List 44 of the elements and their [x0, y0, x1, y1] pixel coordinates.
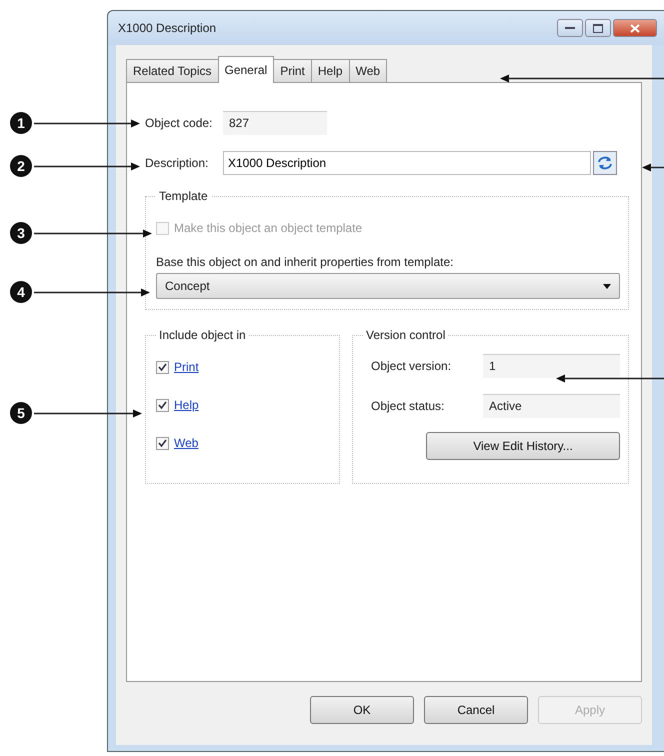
template-dropdown[interactable]: Concept — [156, 273, 620, 299]
object-status-field[interactable]: Active — [483, 394, 620, 418]
field-label: Object status: — [370, 399, 446, 413]
maximize-icon — [593, 24, 603, 32]
callout-number: 3 — [10, 222, 32, 244]
pointer-arrow — [642, 163, 664, 172]
object-code-field[interactable]: 827 — [223, 111, 327, 135]
callout-number: 1 — [10, 112, 32, 134]
maximize-button[interactable] — [585, 19, 611, 37]
callout-number: 2 — [10, 155, 32, 177]
tab[interactable]: Related Topics — [126, 59, 218, 82]
minimize-button[interactable] — [557, 19, 583, 37]
group-title: Version control — [365, 328, 446, 342]
dropdown-caret-icon — [603, 284, 611, 288]
minimize-icon — [565, 26, 575, 30]
close-button[interactable] — [613, 19, 657, 37]
tab[interactable]: Print — [273, 59, 312, 82]
refresh-icon — [597, 156, 613, 170]
field-label: Base this object on and inherit properties from template: — [156, 255, 454, 269]
checkbox-label: Make this object an object template — [174, 221, 362, 235]
close-icon — [630, 24, 640, 32]
tab[interactable]: General — [218, 56, 274, 83]
field-label: Description: — [145, 156, 210, 170]
link[interactable]: Print — [174, 360, 199, 374]
tab[interactable]: Web — [348, 59, 388, 82]
description-field[interactable]: X1000 Description — [223, 151, 591, 175]
tab[interactable]: Help — [310, 59, 350, 82]
object-version-field[interactable]: 1 — [483, 354, 620, 378]
dialog-button[interactable]: OK — [310, 696, 414, 724]
callout-number: 4 — [10, 281, 32, 303]
view-edit-history-button[interactable]: View Edit History... — [426, 432, 620, 460]
link[interactable]: Help — [174, 398, 199, 412]
checkbox[interactable] — [156, 436, 169, 450]
checkbox[interactable] — [156, 360, 169, 374]
link[interactable]: Web — [174, 436, 198, 450]
group-title: Include object in — [158, 328, 247, 342]
refresh-button[interactable] — [593, 151, 617, 175]
window-title: X1000 Description — [118, 21, 218, 35]
checkbox[interactable] — [156, 398, 169, 412]
field-label: Object version: — [370, 359, 452, 373]
group-title: Template — [158, 189, 209, 203]
field-label: Object code: — [145, 116, 214, 130]
dialog-button[interactable]: Cancel — [424, 696, 528, 724]
callout-number: 5 — [10, 402, 32, 424]
